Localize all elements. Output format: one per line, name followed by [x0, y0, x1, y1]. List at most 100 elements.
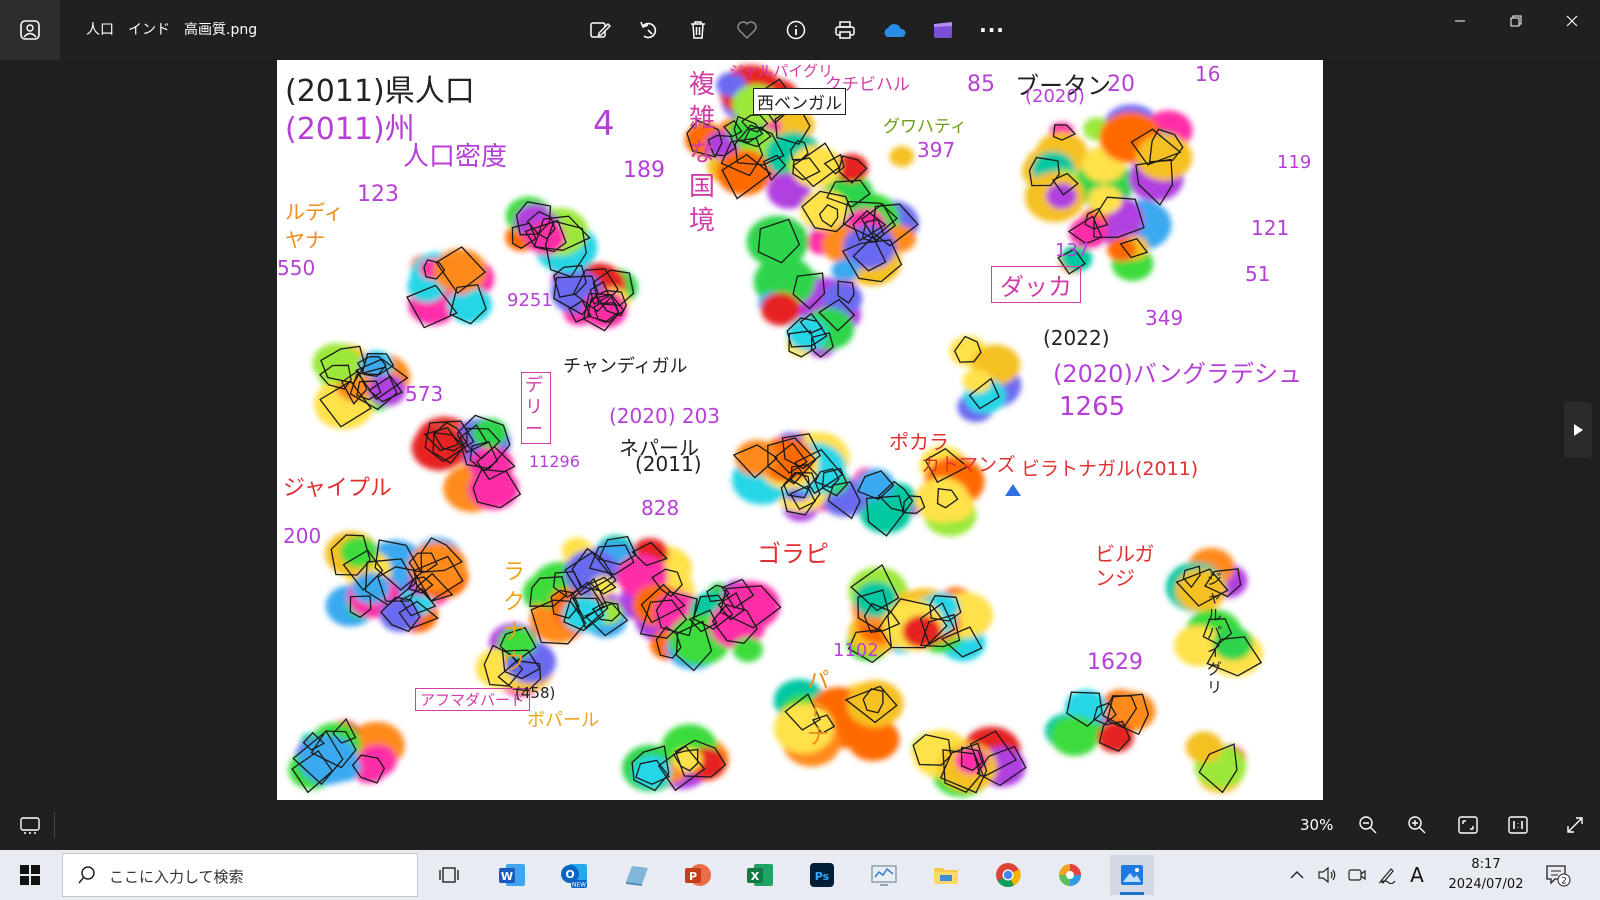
notebook-icon	[626, 866, 648, 886]
clock-time: 8:17	[1471, 857, 1501, 872]
video-editor-button[interactable]	[923, 10, 963, 50]
printer-icon	[835, 21, 855, 39]
annotation-550: 550	[277, 256, 316, 280]
fit-to-window-button[interactable]	[1448, 805, 1488, 845]
annotation-koku: 国	[689, 172, 716, 202]
start-button[interactable]	[10, 855, 50, 895]
region-color	[1135, 133, 1193, 181]
svg-text:O: O	[565, 868, 574, 881]
taskbar-clock[interactable]: 8:17 2024/07/02	[1442, 855, 1530, 895]
annotation-ludhiana: ルディヤナ	[285, 200, 344, 252]
annotation-9251: 9251	[507, 290, 553, 311]
taskbar-word[interactable]: W	[490, 855, 534, 895]
annotation-2020-bhutan: (2020)	[1025, 86, 1085, 107]
annotation-85: 85	[967, 72, 995, 97]
photos-app-icon[interactable]	[0, 0, 60, 60]
heart-icon	[737, 21, 757, 40]
info-icon	[786, 20, 806, 40]
filmstrip-button[interactable]	[10, 805, 50, 845]
fullscreen-button[interactable]	[1555, 805, 1595, 845]
onedrive-cloud-icon	[884, 24, 906, 37]
annotation-jalpaiguri-top: ジャルパイグリ	[729, 62, 833, 80]
favorite-button[interactable]	[727, 10, 767, 50]
taskbar-powerpoint[interactable]: P	[676, 855, 720, 895]
region-color	[915, 477, 970, 523]
paint-app-icon	[1059, 864, 1081, 886]
zoom-level: 30%	[1300, 816, 1334, 834]
show-hidden-icons-button[interactable]	[1284, 855, 1310, 895]
zoom-out-button[interactable]	[1348, 805, 1388, 845]
close-button[interactable]	[1544, 0, 1600, 42]
task-view-icon	[439, 867, 459, 883]
notification-center-button[interactable]: 2	[1538, 855, 1578, 895]
annotation-gorahi: ゴラピ	[757, 540, 829, 568]
annotation-birgunj: ビルガンジ	[1095, 542, 1155, 590]
taskbar-paint-app[interactable]	[1048, 855, 1092, 895]
annotation-chandigarh: チャンディガル	[563, 356, 688, 377]
annotation-828: 828	[641, 496, 680, 520]
input-method-indicator[interactable]: A	[1402, 855, 1432, 895]
displayed-image[interactable]: (2011)県人口 (2011)州 人口密度 複 雑 な 国 境 ジャルパイグリ…	[277, 60, 1323, 800]
svg-text:X: X	[751, 870, 760, 883]
taskbar-excel[interactable]: X	[738, 855, 782, 895]
chevron-right-icon	[1574, 424, 1583, 436]
taskbar-photos-active[interactable]	[1110, 855, 1154, 895]
speaker-icon	[1318, 866, 1336, 884]
taskbar-file-explorer[interactable]	[924, 855, 968, 895]
notification-icon: 2	[1546, 865, 1571, 887]
blue-triangle-marker	[1005, 484, 1021, 496]
video-editor-icon	[934, 22, 952, 38]
word-icon: W	[499, 864, 525, 886]
annotation-51: 51	[1245, 262, 1271, 286]
powerpoint-icon: P	[685, 864, 711, 886]
restore-icon	[1510, 15, 1522, 27]
pen-workspace-button[interactable]	[1374, 855, 1400, 895]
taskbar-outlook[interactable]: O NEW	[552, 855, 596, 895]
fit-window-icon	[1458, 816, 1478, 834]
annotation-458: (458)	[515, 684, 556, 702]
volume-button[interactable]	[1314, 855, 1340, 895]
photos-icon	[1121, 865, 1143, 885]
minimize-button[interactable]	[1432, 0, 1488, 42]
svg-text:W: W	[501, 870, 513, 883]
annotation-200: 200	[283, 524, 322, 548]
divider	[54, 812, 55, 838]
rotate-button[interactable]	[629, 10, 669, 50]
monitor-app-icon	[871, 865, 897, 886]
taskbar-photoshop[interactable]: Ps	[800, 855, 844, 895]
taskbar-monitor-app[interactable]	[862, 855, 906, 895]
pen-icon	[1378, 868, 1396, 884]
annotation-jaipur: ジャイプル	[283, 476, 392, 501]
delete-button[interactable]	[678, 10, 718, 50]
region-color	[312, 343, 361, 384]
annotation-1265: 1265	[1059, 392, 1126, 422]
windows-taskbar: ここに入力して検索 W O NEW P X Ps A 8:17 2024/07/…	[0, 850, 1600, 900]
annotation-west-bengal: 西ベンガル	[753, 88, 846, 115]
annotation-na: な	[689, 138, 716, 168]
windows-logo-icon	[20, 865, 40, 885]
actual-size-button[interactable]	[1498, 805, 1538, 845]
annotation-patna: パトナ	[807, 669, 830, 750]
taskbar-search-box[interactable]: ここに入力して検索	[62, 853, 418, 897]
onedrive-button[interactable]	[874, 10, 914, 50]
annotation-1629: 1629	[1087, 650, 1143, 675]
annotation-123: 123	[357, 182, 399, 207]
edit-image-icon	[590, 22, 611, 38]
restore-button[interactable]	[1488, 0, 1544, 42]
more-button[interactable]: ···	[972, 10, 1012, 50]
taskbar-notebook-app[interactable]	[614, 855, 658, 895]
next-image-button[interactable]	[1564, 402, 1592, 458]
zoom-in-button[interactable]	[1397, 805, 1437, 845]
meet-now-button[interactable]	[1344, 855, 1370, 895]
info-button[interactable]	[776, 10, 816, 50]
edit-image-button[interactable]	[580, 10, 620, 50]
filmstrip-icon	[20, 817, 40, 834]
region-color	[732, 637, 763, 663]
taskbar-chrome[interactable]	[986, 855, 1030, 895]
task-view-button[interactable]	[428, 855, 472, 895]
print-button[interactable]	[825, 10, 865, 50]
search-placeholder: ここに入力して検索	[109, 868, 244, 886]
annotation-121: 121	[1251, 216, 1290, 240]
chrome-icon	[996, 863, 1021, 888]
annotation-biratnagar: ビラトナガル(2011)	[1021, 458, 1199, 480]
